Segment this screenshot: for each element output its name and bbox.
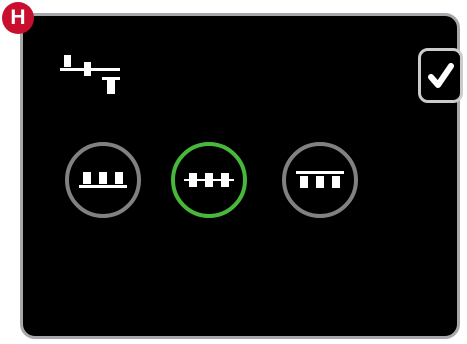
align-bottom-icon	[79, 172, 127, 188]
checkmark-icon	[428, 63, 454, 88]
stitch-alignment-icon	[60, 55, 120, 94]
align-bottom-button[interactable]	[65, 142, 141, 218]
align-center-icon	[184, 173, 234, 187]
confirm-button[interactable]	[418, 48, 463, 103]
align-top-button[interactable]	[282, 142, 358, 218]
align-center-button[interactable]	[171, 142, 247, 218]
device-display: H	[0, 0, 467, 344]
align-top-icon	[296, 171, 344, 188]
screen	[20, 13, 463, 339]
figure-badge: H	[2, 2, 34, 34]
